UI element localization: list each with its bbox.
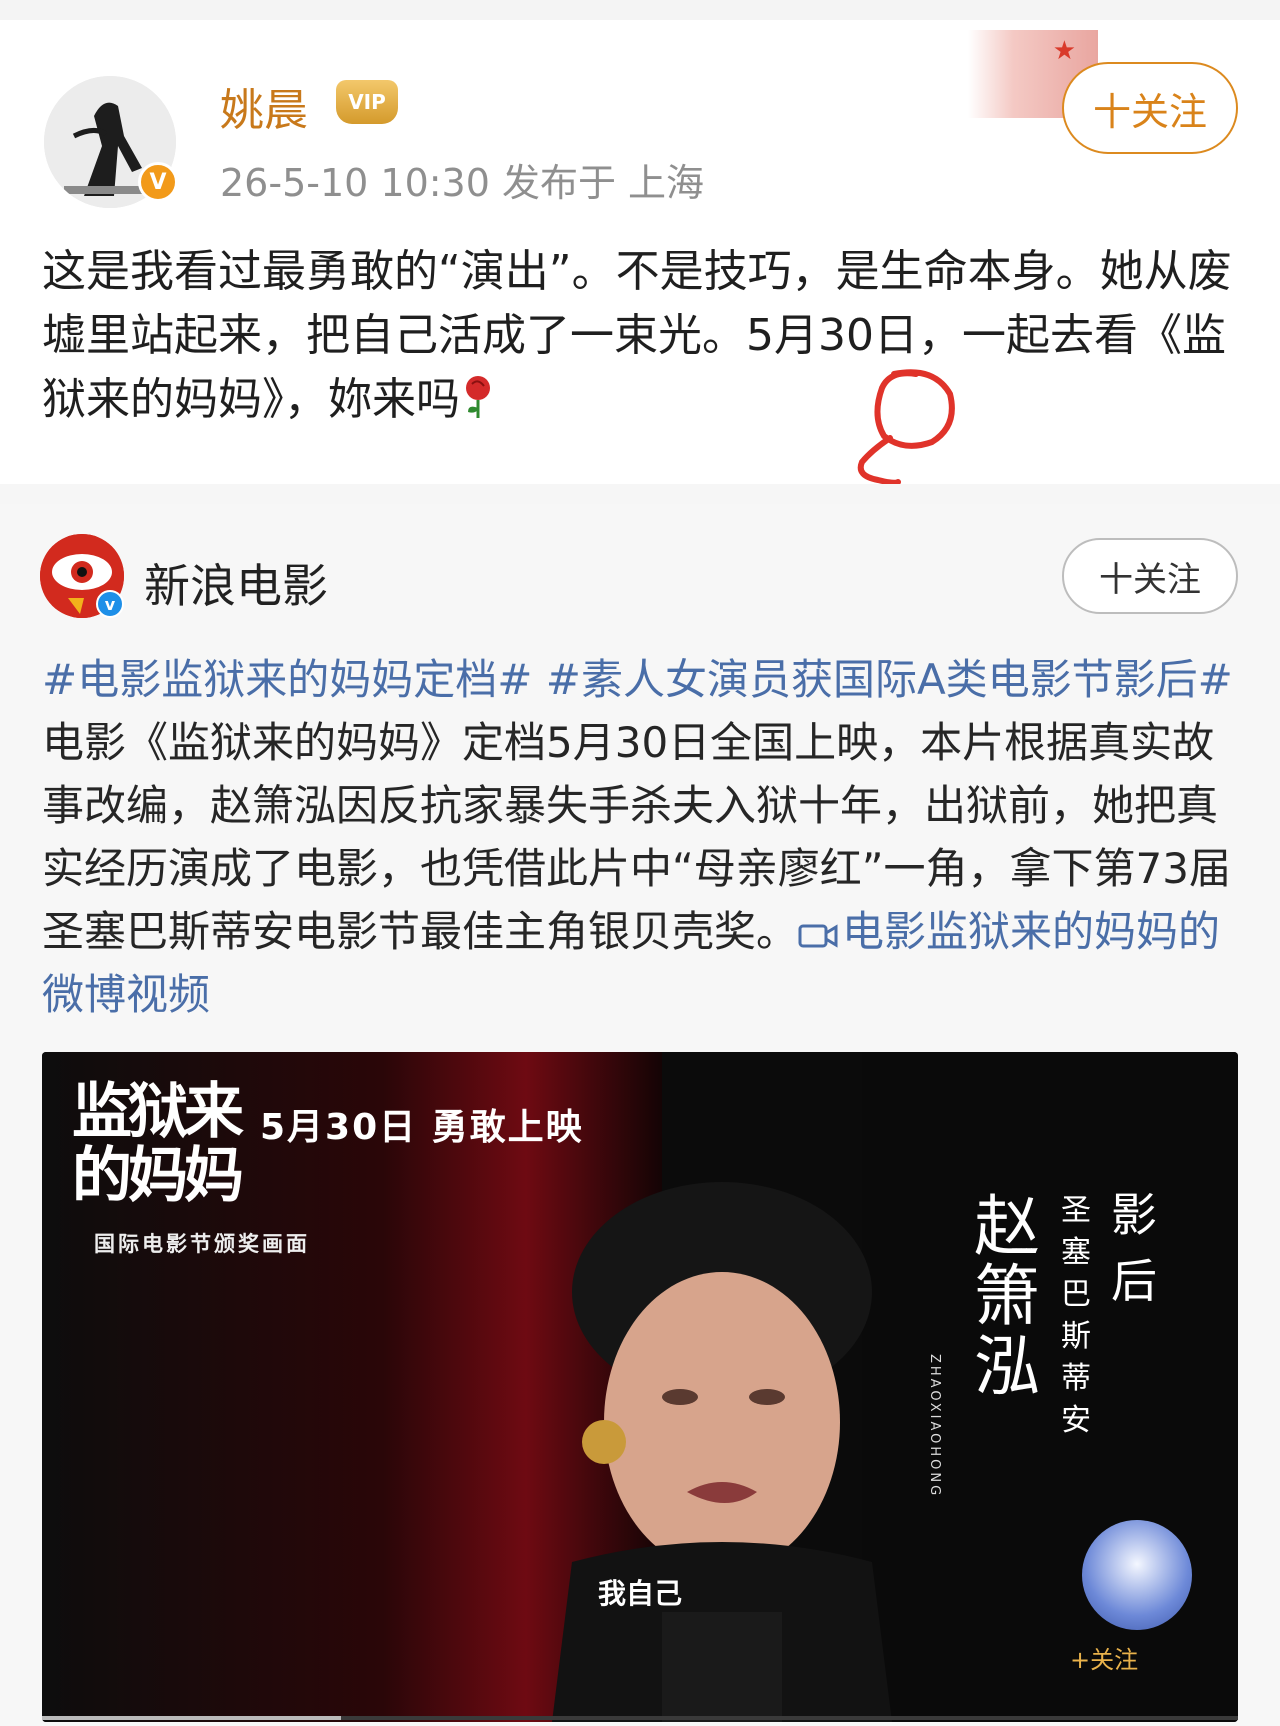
actress-name-pinyin: ZHAOXIAOHONG [927, 1354, 942, 1499]
verified-blue-icon: v [96, 590, 124, 618]
repost-follow-button[interactable]: 十关注 [1062, 538, 1238, 614]
video-progress-fill [42, 1716, 341, 1720]
follow-overlay-label[interactable]: +关注 [1070, 1640, 1138, 1675]
hashtag-link[interactable]: #电影监狱来的妈妈定档# [42, 655, 532, 704]
red-annotation-circle [857, 369, 955, 486]
post-meta: 26-5-10 10:30 发布于 上海 [220, 161, 705, 205]
verified-icon: V [138, 162, 178, 202]
video-camera-icon [798, 924, 838, 948]
vip-badge-icon: VIP [336, 80, 398, 124]
movie-logo: 监狱来的妈妈 [72, 1077, 244, 1211]
award-festival: 圣塞巴斯蒂安 [1061, 1193, 1091, 1438]
award-title: 影后 [1111, 1188, 1157, 1308]
repost-text: #电影监狱来的妈妈定档# #素人女演员获国际A类电影节影后# 电影《监狱来的妈妈… [42, 648, 1242, 1026]
follow-button[interactable]: 十关注 [1062, 62, 1238, 154]
repost-author-name[interactable]: 新浪电影 [144, 550, 328, 616]
rose-emoji-icon [466, 376, 490, 418]
video-subtitle: 我自己 [597, 1577, 682, 1610]
hashtag-link[interactable]: #素人女演员获国际A类电影节影后# [546, 655, 1233, 704]
release-date-text: 5月30日 勇敢上映 [260, 1107, 584, 1148]
post-text-main: 这是我看过最勇敢的“演出”。不是技巧，是生命本身。她从废墟里站起来，把自己活成了… [42, 246, 1232, 425]
post-text-highlight: 妳来 [328, 374, 416, 425]
author-name[interactable]: 姚晨 [220, 74, 308, 138]
follow-avatar-badge[interactable] [1082, 1520, 1192, 1630]
top-strip [0, 0, 1280, 20]
star-icon: ★ [1052, 36, 1076, 66]
video-player[interactable]: 监狱来的妈妈 5月30日 勇敢上映 国际电影节颁奖画面 赵箫泓 ZHAOXIAO… [42, 1052, 1238, 1722]
post-text: 这是我看过最勇敢的“演出”。不是技巧，是生命本身。她从废墟里站起来，把自己活成了… [42, 240, 1242, 432]
post-divider [0, 484, 1280, 504]
actress-figure [552, 1182, 892, 1722]
post-text-end: 吗 [416, 374, 460, 425]
video-caption: 国际电影节颁奖画面 [94, 1232, 310, 1256]
actress-name: 赵箫泓 [974, 1188, 1040, 1405]
